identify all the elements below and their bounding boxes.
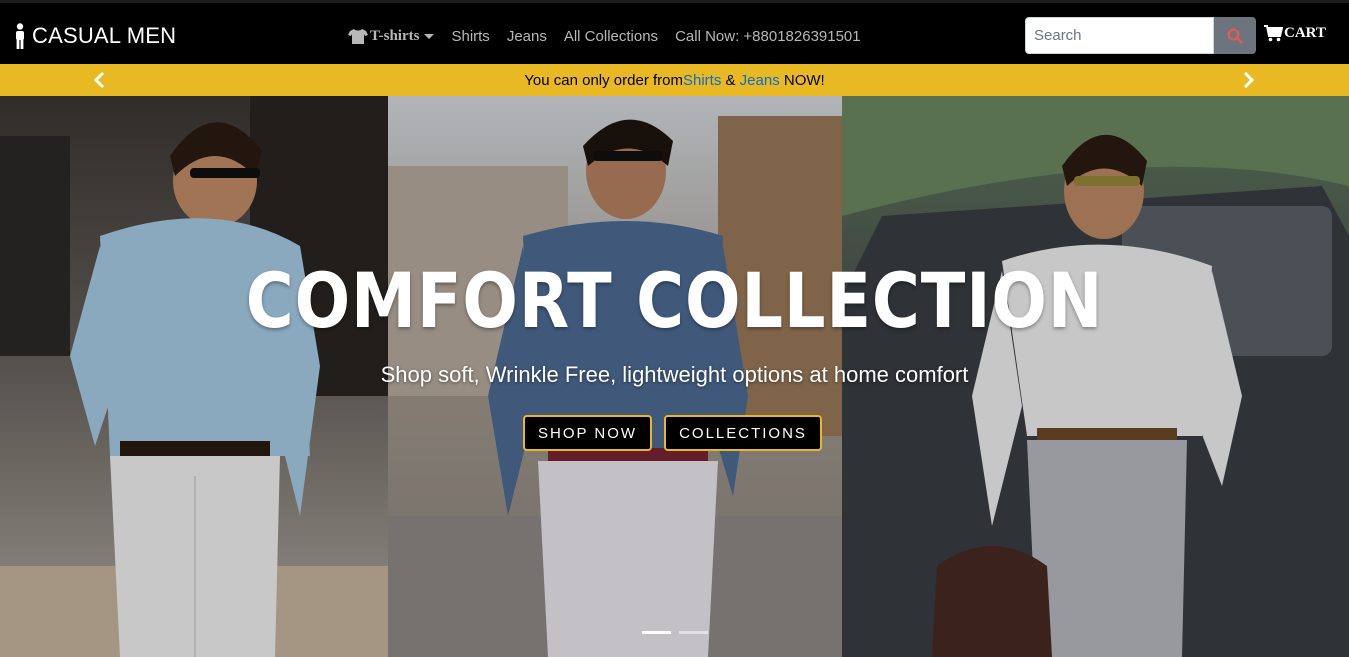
hero-carousel: COMFORT COLLECTION Shop soft, Wrinkle Fr… bbox=[0, 96, 1349, 657]
hero-buttons: SHOP NOW COLLECTIONS bbox=[523, 415, 822, 451]
notice-link-shirts[interactable]: Shirts bbox=[683, 72, 721, 89]
nav-item-label: T-shirts bbox=[370, 27, 420, 44]
person-icon bbox=[16, 23, 24, 49]
notice-link-jeans[interactable]: Jeans bbox=[740, 72, 780, 89]
notice-prefix: You can only order from bbox=[524, 71, 683, 89]
hero-title: COMFORT COLLECTION bbox=[245, 256, 1104, 345]
carousel-indicators bbox=[642, 631, 708, 634]
brand-name: CASUAL MEN bbox=[32, 23, 177, 48]
shop-now-button[interactable]: SHOP NOW bbox=[523, 415, 653, 451]
chevron-down-icon bbox=[424, 33, 435, 39]
carousel-indicator-1[interactable] bbox=[642, 631, 671, 634]
cart-link[interactable]: CART bbox=[1264, 25, 1326, 42]
search-input[interactable] bbox=[1025, 17, 1214, 54]
tshirt-icon bbox=[348, 29, 368, 44]
nav-item-call-now[interactable]: Call Now: +8801826391501 bbox=[675, 28, 861, 45]
carousel-indicator-2[interactable] bbox=[679, 631, 708, 634]
search-button[interactable] bbox=[1214, 17, 1256, 54]
cart-icon bbox=[1264, 25, 1283, 42]
nav-links: T-shirts Shirts Jeans All Collections Ca… bbox=[348, 23, 878, 49]
notice-mid: & bbox=[721, 71, 740, 89]
nav-item-tshirts[interactable]: T-shirts bbox=[348, 27, 435, 45]
navbar: CASUAL MEN T-shirts Shirts Jeans All Col… bbox=[0, 0, 1349, 64]
hero-subtitle: Shop soft, Wrinkle Free, lightweight opt… bbox=[380, 362, 969, 387]
brand-logo[interactable]: CASUAL MEN bbox=[14, 21, 176, 51]
notice-bar: You can only order from Shirts & Jeans N… bbox=[0, 64, 1349, 96]
chevron-left-icon[interactable] bbox=[90, 70, 110, 90]
nav-item-all-collections[interactable]: All Collections bbox=[564, 28, 658, 45]
search-form bbox=[1025, 17, 1256, 54]
nav-item-jeans[interactable]: Jeans bbox=[507, 28, 547, 45]
collections-button[interactable]: COLLECTIONS bbox=[664, 415, 822, 451]
notice-suffix: NOW! bbox=[779, 71, 825, 89]
nav-item-shirts[interactable]: Shirts bbox=[451, 28, 489, 45]
chevron-right-icon[interactable] bbox=[1238, 70, 1258, 90]
search-icon bbox=[1227, 28, 1243, 44]
cart-label: CART bbox=[1284, 25, 1326, 41]
